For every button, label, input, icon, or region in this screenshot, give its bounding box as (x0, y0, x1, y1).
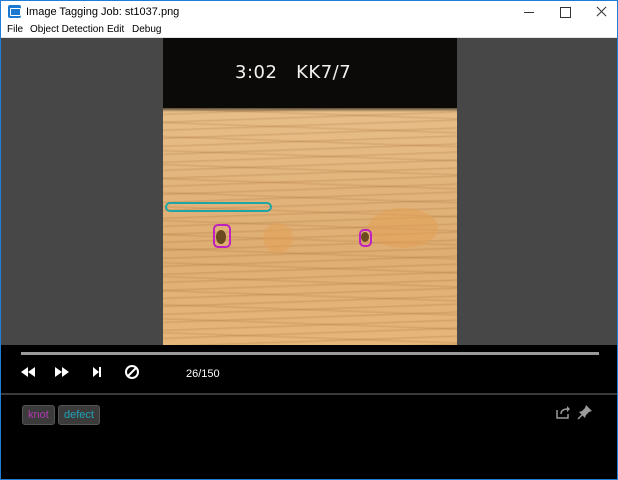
bbox-knot[interactable] (359, 229, 372, 247)
image-viewer: 3:02 KK7/7 (1, 38, 617, 345)
bbox-defect[interactable] (165, 202, 272, 212)
tag-defect[interactable]: defect (58, 405, 100, 425)
menu-object-detection[interactable]: Object Detection (30, 24, 104, 36)
tag-knot[interactable]: knot (22, 405, 55, 425)
progress-fill (21, 352, 599, 355)
wood-image: 3:02 KK7/7 (163, 38, 457, 345)
export-icon[interactable] (555, 404, 571, 420)
skip-next-icon (93, 367, 101, 377)
wood-surface (163, 108, 457, 345)
window-title: Image Tagging Job: st1037.png (26, 6, 180, 18)
menu-bar: File Object Detection Edit Debug (1, 23, 617, 38)
pin-icon[interactable] (577, 404, 593, 420)
maximize-button[interactable] (547, 1, 583, 23)
wood-edge (163, 108, 457, 112)
image-header-band: 3:02 KK7/7 (163, 38, 457, 108)
fast-forward-button[interactable] (53, 363, 71, 381)
menu-file[interactable]: File (7, 24, 23, 36)
menu-edit[interactable]: Edit (107, 24, 124, 36)
bbox-knot[interactable] (213, 224, 231, 248)
tag-bar: knot defect (1, 395, 617, 479)
app-window: Image Tagging Job: st1037.png File Objec… (0, 0, 618, 480)
app-icon (8, 5, 21, 18)
wood-patch (368, 208, 438, 248)
skip-next-button[interactable] (88, 363, 106, 381)
image-overlay-text: 3:02 KK7/7 (235, 62, 352, 83)
rewind-icon (21, 367, 35, 377)
frame-counter: 26/150 (186, 368, 220, 380)
rewind-button[interactable] (19, 363, 37, 381)
block-icon (125, 365, 139, 379)
fast-forward-icon (55, 367, 69, 377)
playback-controls: 26/150 (1, 345, 617, 393)
minimize-button[interactable] (511, 1, 547, 23)
title-bar: Image Tagging Job: st1037.png (1, 1, 617, 23)
wood-patch (263, 223, 293, 253)
block-button[interactable] (123, 363, 141, 381)
close-button[interactable] (583, 1, 617, 23)
menu-debug[interactable]: Debug (132, 24, 161, 36)
progress-bar[interactable] (21, 352, 599, 355)
